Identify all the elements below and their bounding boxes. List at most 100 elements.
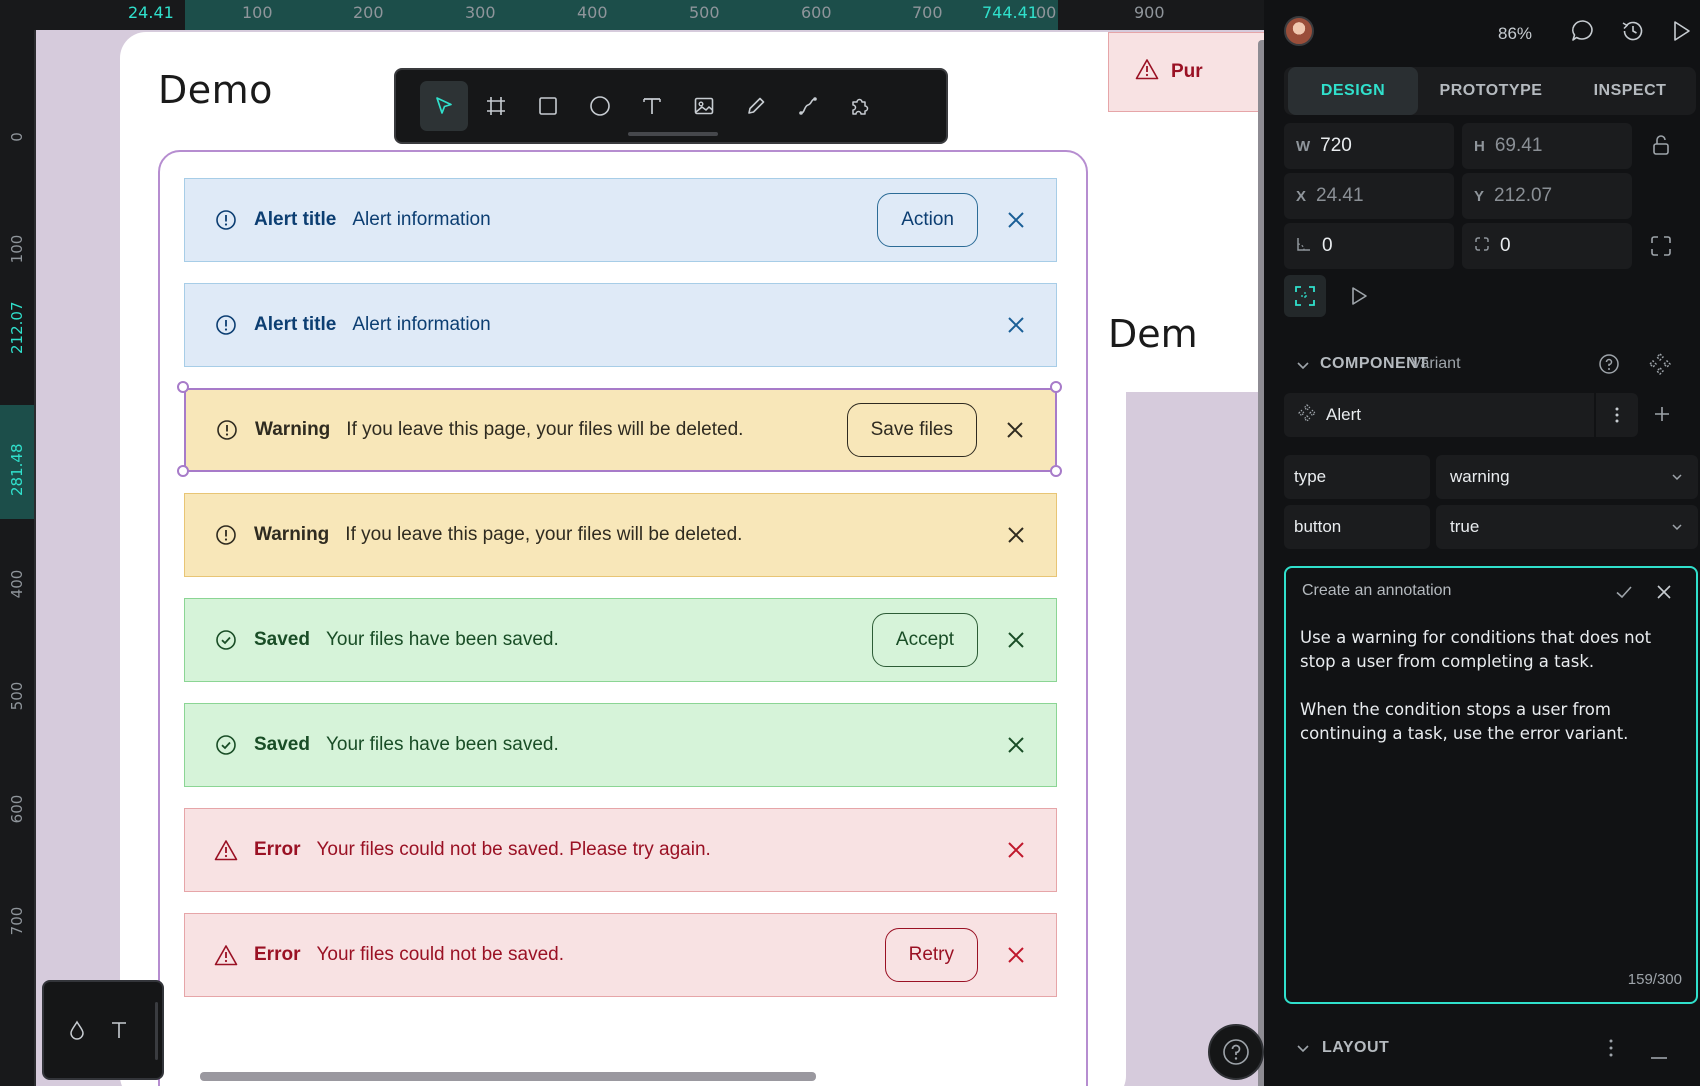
radius-value[interactable]: 0 <box>1500 235 1511 257</box>
toolbar-drag-handle[interactable] <box>628 132 718 136</box>
alert-warning[interactable]: Warning If you leave this page, your fil… <box>184 493 1057 577</box>
x-label: X <box>1296 187 1307 205</box>
alert-error-with-action[interactable]: Error Your files could not be saved. Ret… <box>184 913 1057 997</box>
close-icon[interactable] <box>1004 208 1028 232</box>
y-value[interactable]: 212.07 <box>1494 185 1552 207</box>
board-icon[interactable] <box>472 81 520 131</box>
chevron-down-icon[interactable] <box>1296 1041 1310 1060</box>
alert-message: If you leave this page, your files will … <box>345 524 743 545</box>
alert-message: Your files could not be saved. Please tr… <box>316 839 711 860</box>
alert-warning-with-action[interactable]: Warning If you leave this page, your fil… <box>184 388 1057 472</box>
horizontal-scrollbar[interactable] <box>200 1072 816 1081</box>
annotation-textarea[interactable]: Use a warning for conditions that does n… <box>1300 626 1680 746</box>
radius-field[interactable]: 0 <box>1462 223 1632 269</box>
annotation-char-count: 159/300 <box>1627 971 1682 988</box>
pencil-icon[interactable] <box>732 81 780 131</box>
prop-value: warning <box>1450 467 1510 486</box>
panel-tabs: DESIGN PROTOTYPE INSPECT <box>1284 67 1696 115</box>
close-icon[interactable] <box>1004 523 1028 547</box>
ellipse-icon[interactable] <box>576 81 624 131</box>
image-icon[interactable] <box>680 81 728 131</box>
chevron-down-icon[interactable] <box>1296 358 1310 377</box>
alert-action-button[interactable]: Action <box>877 193 978 247</box>
component-menu-button[interactable] <box>1596 393 1638 437</box>
annotation-editor[interactable]: Create an annotation Use a warning for c… <box>1284 566 1698 1004</box>
component-icon[interactable] <box>1648 352 1672 381</box>
alert-action-button[interactable]: Save files <box>846 403 977 457</box>
selection-handle[interactable] <box>1050 465 1062 477</box>
canvas[interactable]: Demo Alert title Alert information Actio… <box>34 30 1264 1086</box>
close-icon[interactable] <box>1004 838 1028 862</box>
close-icon[interactable] <box>1004 313 1028 337</box>
height-value[interactable]: 69.41 <box>1495 135 1543 157</box>
panel-scrollbar[interactable] <box>155 1002 158 1060</box>
tab-prototype[interactable]: PROTOTYPE <box>1420 67 1562 115</box>
alert-info[interactable]: Alert title Alert information <box>184 283 1057 367</box>
close-icon[interactable] <box>1003 418 1027 442</box>
warning-triangle-icon <box>214 943 238 967</box>
pointer-icon[interactable] <box>420 81 468 131</box>
plus-icon[interactable] <box>1652 404 1672 429</box>
help-button[interactable] <box>1208 1024 1264 1080</box>
selection-handle[interactable] <box>177 465 189 477</box>
layout-section-header[interactable]: LAYOUT <box>1322 1039 1389 1057</box>
width-field[interactable]: W 720 <box>1284 123 1454 169</box>
zoom-level[interactable]: 86% <box>1498 24 1532 44</box>
help-circle-icon[interactable] <box>1598 353 1620 380</box>
alert-action-button[interactable]: Accept <box>871 613 978 667</box>
alert-title: Warning <box>255 419 331 440</box>
prop-select-type[interactable]: warning <box>1436 455 1698 499</box>
close-icon[interactable] <box>1004 943 1028 967</box>
ruler-left-mark: 100 <box>8 234 26 264</box>
demo-board[interactable]: Demo Alert title Alert information Actio… <box>120 32 1126 1086</box>
board-title[interactable]: Demo <box>158 68 273 112</box>
selection-handle[interactable] <box>1050 381 1062 393</box>
y-field[interactable]: Y 212.07 <box>1462 173 1632 219</box>
alert-info-with-action[interactable]: Alert title Alert information Action <box>184 178 1057 262</box>
close-icon[interactable] <box>1004 733 1028 757</box>
rotation-field[interactable]: 0 <box>1284 223 1454 269</box>
check-icon[interactable] <box>1614 582 1634 607</box>
ruler-top-mark: 200 <box>353 3 384 22</box>
more-vertical-icon[interactable] <box>1608 1038 1614 1063</box>
unlock-icon[interactable] <box>1650 133 1672 162</box>
text-icon[interactable] <box>628 81 676 131</box>
alert-error[interactable]: Error Your files could not be saved. Ple… <box>184 808 1057 892</box>
avatar[interactable] <box>1284 16 1314 46</box>
close-icon[interactable] <box>1654 582 1674 607</box>
play-icon[interactable] <box>1348 285 1370 312</box>
component-variant-label: Variant <box>1411 355 1461 372</box>
height-field[interactable]: H 69.41 <box>1462 123 1632 169</box>
independent-corners-icon[interactable] <box>1650 235 1672 262</box>
x-value[interactable]: 24.41 <box>1316 185 1364 207</box>
selection-handle[interactable] <box>177 381 189 393</box>
alert-success-with-action[interactable]: Saved Your files have been saved. Accept <box>184 598 1057 682</box>
prop-select-button[interactable]: true <box>1436 505 1698 549</box>
typography-icon[interactable] <box>110 1020 128 1045</box>
component-name-field[interactable]: Alert <box>1284 393 1594 437</box>
play-icon[interactable] <box>1668 18 1694 44</box>
history-icon[interactable] <box>1620 18 1646 44</box>
ruler-top-mark: 500 <box>689 3 720 22</box>
info-circle-icon <box>214 313 238 337</box>
focus-mode-icon[interactable] <box>1284 275 1326 317</box>
path-icon[interactable] <box>784 81 832 131</box>
alert-error-partial[interactable]: Pur <box>1108 32 1264 112</box>
tab-inspect[interactable]: INSPECT <box>1564 67 1696 115</box>
x-field[interactable]: X 24.41 <box>1284 173 1454 219</box>
comments-icon[interactable] <box>1570 18 1596 44</box>
minus-icon[interactable] <box>1650 1047 1668 1065</box>
rectangle-icon[interactable] <box>524 81 572 131</box>
warning-circle-icon <box>214 523 238 547</box>
board-title[interactable]: Dem <box>1108 312 1198 356</box>
alert-action-button[interactable]: Retry <box>884 928 978 982</box>
check-circle-icon <box>214 733 238 757</box>
color-drop-icon[interactable] <box>68 1020 86 1045</box>
tab-design[interactable]: DESIGN <box>1288 67 1418 115</box>
width-value[interactable]: 720 <box>1320 135 1352 157</box>
rotation-value[interactable]: 0 <box>1322 235 1333 257</box>
alert-success[interactable]: Saved Your files have been saved. <box>184 703 1057 787</box>
rotation-icon <box>1296 236 1312 257</box>
close-icon[interactable] <box>1004 628 1028 652</box>
plugins-icon[interactable] <box>836 81 884 131</box>
